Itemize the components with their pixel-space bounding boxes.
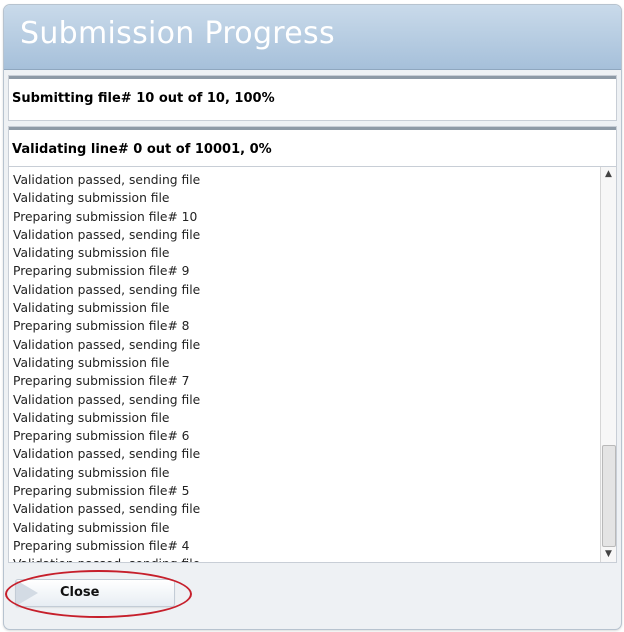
log-lines: Validation passed, sending file Validatin… xyxy=(13,171,598,562)
log-line: Preparing submission file# 4 xyxy=(13,538,190,553)
log-line: Validating submission file xyxy=(13,191,170,206)
log-line: Preparing submission file# 9 xyxy=(13,264,190,279)
log-line: Preparing submission file# 6 xyxy=(13,429,190,444)
log-line: Validation passed, sending file xyxy=(13,555,598,562)
log-line: Validation passed, sending file xyxy=(13,227,201,242)
log-line: Validation passed, sending file xyxy=(13,502,201,517)
validating-status-text: Validating line# 0 out of 10001, 0% xyxy=(12,142,272,157)
log-line: Validating submission file xyxy=(13,520,170,535)
close-button-label: Close xyxy=(60,585,100,600)
submitting-status-panel: Submitting file# 10 out of 10, 100% xyxy=(8,75,617,121)
submitting-status-text: Submitting file# 10 out of 10, 100% xyxy=(12,91,275,106)
close-button[interactable]: Close xyxy=(15,579,175,607)
validating-status-panel: Validating line# 0 out of 10001, 0% xyxy=(8,126,617,168)
log-line: Validating submission file xyxy=(13,246,170,261)
scroll-thumb[interactable] xyxy=(602,445,616,547)
log-line: Validating submission file xyxy=(13,465,170,480)
log-output[interactable]: Validation passed, sending file Validatin… xyxy=(8,166,617,563)
log-line: Preparing submission file# 5 xyxy=(13,484,190,499)
log-line: Preparing submission file# 10 xyxy=(13,209,198,224)
log-line: Validation passed, sending file xyxy=(13,392,201,407)
log-line: Validation passed, sending file xyxy=(13,447,201,462)
chevron-right-icon xyxy=(16,580,38,606)
log-line: Validation passed, sending file xyxy=(13,282,201,297)
scroll-down-icon[interactable]: ▼ xyxy=(601,547,616,562)
dialog-footer: Close xyxy=(4,563,621,629)
title-bar: Submission Progress xyxy=(4,5,621,70)
dialog-title: Submission Progress xyxy=(20,16,335,51)
log-line: Preparing submission file# 8 xyxy=(13,319,190,334)
log-line: Validating submission file xyxy=(13,301,170,316)
log-line: Validation passed, sending file xyxy=(13,337,201,352)
scroll-up-icon[interactable]: ▲ xyxy=(601,167,616,182)
log-line: Preparing submission file# 7 xyxy=(13,374,190,389)
log-scrollbar[interactable]: ▲ ▼ xyxy=(600,167,616,562)
submission-progress-dialog: Submission Progress Submitting file# 10 … xyxy=(3,4,622,630)
log-line: Validating submission file xyxy=(13,355,170,370)
log-line: Validation passed, sending file xyxy=(13,173,201,187)
log-line: Validating submission file xyxy=(13,410,170,425)
